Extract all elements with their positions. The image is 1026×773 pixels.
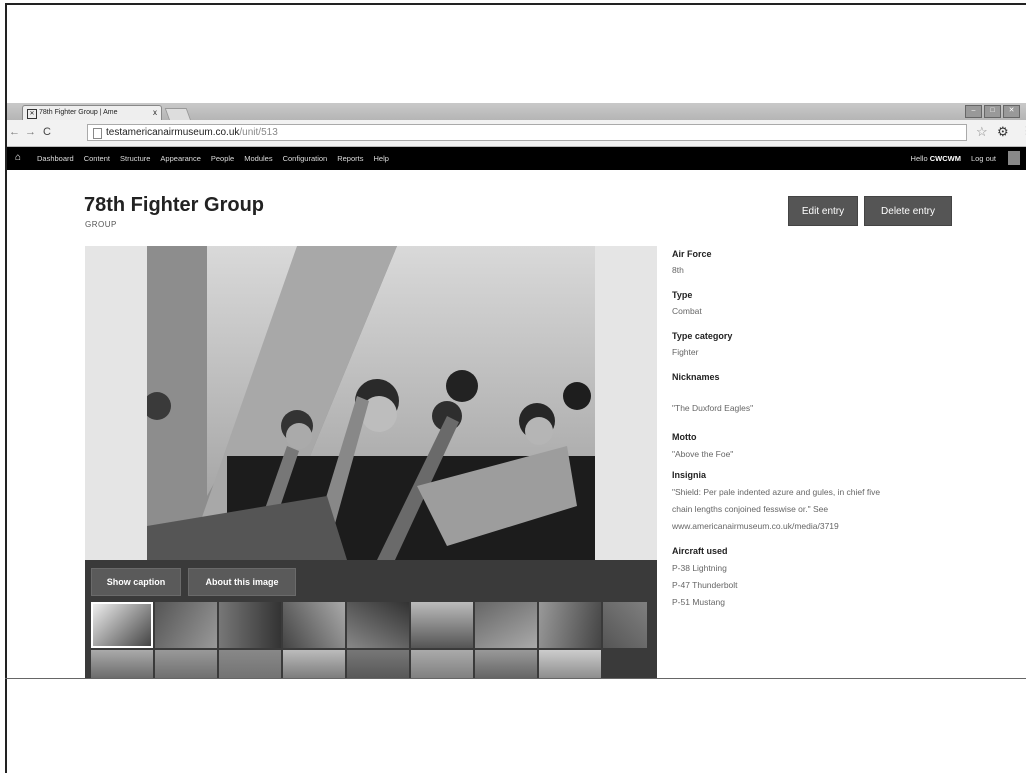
image-gallery: Show caption About this image	[85, 246, 657, 678]
aircraft-item: P-51 Mustang	[672, 597, 725, 607]
favicon-icon: ✕	[27, 109, 37, 119]
thumbnail[interactable]	[219, 650, 281, 678]
bookmark-star-icon[interactable]: ☆	[976, 124, 988, 140]
air-force-value: 8th	[672, 265, 684, 275]
insignia-line-2: chain lengths conjoined fesswise or." Se…	[672, 504, 829, 514]
admin-menu-appearance[interactable]: Appearance	[160, 154, 200, 163]
thumbnail[interactable]	[283, 602, 345, 648]
thumbnail[interactable]	[91, 650, 153, 678]
forward-arrow-icon[interactable]: →	[25, 126, 36, 138]
thumbnail[interactable]	[411, 650, 473, 678]
shortcuts-toggle[interactable]	[1008, 151, 1020, 165]
motto-label: Motto	[672, 432, 697, 442]
thumbnail-strip	[91, 602, 647, 678]
address-bar: ← → C testamericanairmuseum.co.uk/unit/5…	[7, 120, 1026, 147]
reload-icon[interactable]: C	[43, 126, 51, 138]
close-window-icon[interactable]: ✕	[1003, 105, 1020, 118]
url-path: /unit/513	[239, 127, 278, 138]
admin-menu: Dashboard Content Structure Appearance P…	[27, 147, 389, 170]
home-icon[interactable]: ⌂	[15, 152, 21, 163]
admin-menu-dashboard[interactable]: Dashboard	[37, 154, 74, 163]
type-value: Combat	[672, 306, 702, 316]
thumbnail[interactable]	[347, 602, 409, 648]
admin-menu-content[interactable]: Content	[84, 154, 110, 163]
page-icon	[93, 128, 102, 139]
browser-tab[interactable]: ✕ 78th Fighter Group | Ame x	[22, 105, 162, 120]
thumbnail[interactable]	[155, 650, 217, 678]
insignia-line-1: "Shield: Per pale indented azure and gul…	[672, 487, 881, 497]
admin-menu-modules[interactable]: Modules	[244, 154, 272, 163]
tab-close-icon[interactable]: x	[153, 106, 157, 120]
type-category-label: Type category	[672, 331, 733, 341]
admin-menu-structure[interactable]: Structure	[120, 154, 150, 163]
main-photo[interactable]	[147, 246, 595, 560]
greeting-prefix: Hello	[910, 154, 930, 163]
user-greeting: Hello CWCWM	[911, 154, 961, 163]
type-label: Type	[672, 290, 693, 300]
gallery-controls: Show caption About this image	[85, 560, 657, 678]
logout-link[interactable]: Log out	[971, 154, 996, 163]
username-link[interactable]: CWCWM	[930, 154, 961, 163]
back-arrow-icon[interactable]: ←	[9, 126, 20, 138]
thumbnail[interactable]	[283, 650, 345, 678]
admin-menu-reports[interactable]: Reports	[337, 154, 363, 163]
thumbnail[interactable]	[475, 602, 537, 648]
about-image-button[interactable]: About this image	[188, 568, 296, 596]
aircraft-used-label: Aircraft used	[672, 546, 728, 556]
url-host: testamericanairmuseum.co.uk	[106, 127, 240, 138]
window-controls: – □ ✕	[965, 105, 1020, 118]
thumbnail[interactable]	[219, 602, 281, 648]
thumbnail[interactable]	[539, 650, 601, 678]
page-title: 78th Fighter Group	[84, 194, 264, 216]
browser-tab-strip: ✕ 78th Fighter Group | Ame x – □ ✕	[7, 103, 1026, 121]
slide-divider	[5, 678, 1026, 679]
delete-entry-button[interactable]: Delete entry	[864, 196, 952, 226]
show-caption-button[interactable]: Show caption	[91, 568, 181, 596]
motto-value: "Above the Foe"	[672, 449, 734, 459]
admin-toolbar: ⌂ Dashboard Content Structure Appearance…	[7, 147, 1026, 170]
thumbnail[interactable]	[475, 650, 537, 678]
nicknames-value: "The Duxford Eagles"	[672, 403, 754, 413]
edit-entry-button[interactable]: Edit entry	[788, 196, 858, 226]
admin-menu-help[interactable]: Help	[373, 154, 388, 163]
page-subtitle: GROUP	[85, 220, 117, 229]
insignia-label: Insignia	[672, 470, 707, 480]
thumbnail[interactable]	[155, 602, 217, 648]
aircraft-item: P-38 Lightning	[672, 563, 727, 573]
aircraft-item: P-47 Thunderbolt	[672, 580, 738, 590]
insignia-link[interactable]: www.americanairmuseum.co.uk/media/3719	[672, 520, 839, 533]
admin-menu-people[interactable]: People	[211, 154, 234, 163]
admin-user-area: Hello CWCWM Log out	[911, 147, 996, 170]
admin-menu-configuration[interactable]: Configuration	[283, 154, 328, 163]
settings-gear-icon[interactable]: ⚙	[997, 124, 1009, 140]
air-force-label: Air Force	[672, 249, 712, 259]
thumbnail[interactable]	[347, 650, 409, 678]
type-category-value: Fighter	[672, 347, 699, 357]
menu-icon[interactable]: ⋮	[1021, 124, 1026, 137]
url-input[interactable]: testamericanairmuseum.co.uk/unit/513	[87, 124, 967, 141]
thumbnail[interactable]	[411, 602, 473, 648]
thumbnail[interactable]	[603, 602, 647, 648]
thumbnail[interactable]	[539, 602, 601, 648]
nicknames-label: Nicknames	[672, 372, 720, 382]
minimize-icon[interactable]: –	[965, 105, 982, 118]
tab-title: 78th Fighter Group | Ame	[39, 109, 118, 116]
maximize-icon[interactable]: □	[984, 105, 1001, 118]
thumbnail[interactable]	[91, 602, 153, 648]
